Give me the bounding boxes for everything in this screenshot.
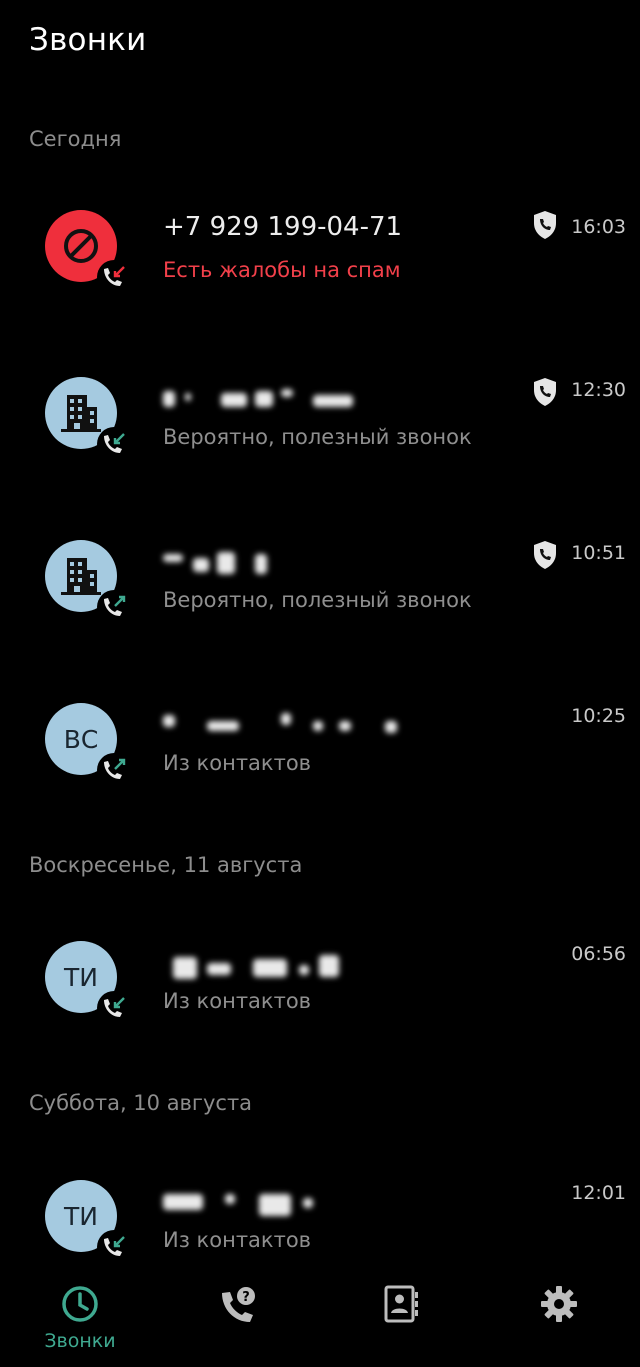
hidden-caller-name	[163, 550, 423, 578]
outgoing-call-icon	[104, 758, 126, 779]
call-list-item[interactable]: ВС Из контактов 10:25	[0, 703, 640, 823]
call-time: 16:03	[571, 216, 626, 238]
gear-icon	[541, 1286, 577, 1322]
hidden-caller-name	[163, 713, 423, 741]
call-time: 10:25	[571, 705, 626, 727]
incoming-call-icon	[104, 1236, 125, 1256]
incoming-call-badge	[97, 1230, 131, 1264]
call-time: 10:51	[571, 542, 626, 564]
incoming-call-badge	[97, 427, 131, 461]
call-description: Вероятно, полезный звонок	[163, 588, 472, 612]
call-time: 12:01	[571, 1182, 626, 1204]
call-list-item[interactable]: Вероятно, полезный звонок 10:51	[0, 540, 640, 660]
nav-tab-calls[interactable]: Звонки	[25, 1284, 135, 1352]
outgoing-call-icon	[104, 595, 126, 616]
shield-phone-icon	[534, 378, 556, 406]
nav-tab-contacts[interactable]	[346, 1284, 456, 1328]
nav-tab-unknown-calls[interactable]: ?	[183, 1284, 293, 1332]
phone-question-icon: ?	[222, 1287, 255, 1322]
svg-text:?: ?	[242, 1290, 250, 1305]
missed-call-icon	[104, 266, 125, 286]
spam-warning: Есть жалобы на спам	[163, 258, 401, 282]
incoming-call-icon	[104, 997, 125, 1017]
hidden-caller-name	[163, 1190, 423, 1218]
hidden-caller-name	[163, 951, 423, 979]
building-icon	[61, 558, 101, 595]
shield-phone-icon	[534, 211, 556, 239]
call-description: Из контактов	[163, 751, 312, 775]
call-time: 06:56	[571, 943, 626, 965]
section-header-today: Сегодня	[29, 127, 122, 151]
outgoing-call-badge	[97, 590, 131, 624]
section-header-sunday: Воскресенье, 11 августа	[29, 853, 303, 877]
call-time: 12:30	[571, 379, 626, 401]
call-description: Из контактов	[163, 989, 312, 1013]
nav-tab-settings[interactable]	[504, 1284, 614, 1328]
clock-icon	[62, 1286, 98, 1322]
incoming-call-badge	[97, 991, 131, 1025]
contacts-book-icon	[384, 1285, 418, 1323]
call-list-item[interactable]: ТИ Из контактов 06:56	[0, 941, 640, 1061]
shield-phone-icon	[534, 541, 556, 569]
calls-screen: Звонки Сегодня +7 929 199-04-71 Есть жал…	[0, 0, 640, 1367]
page-title: Звонки	[29, 22, 147, 58]
missed-call-badge	[97, 260, 131, 294]
building-icon	[61, 395, 101, 432]
nav-label-calls: Звонки	[44, 1330, 116, 1352]
call-list-item[interactable]: +7 929 199-04-71 Есть жалобы на спам 16:…	[0, 210, 640, 330]
section-header-saturday: Суббота, 10 августа	[29, 1091, 253, 1115]
call-description: Вероятно, полезный звонок	[163, 425, 472, 449]
bottom-navigation: Звонки ?	[0, 1270, 640, 1367]
outgoing-call-badge	[97, 753, 131, 787]
incoming-call-icon	[104, 433, 125, 453]
caller-number: +7 929 199-04-71	[163, 212, 403, 242]
call-list-item[interactable]: Вероятно, полезный звонок 12:30	[0, 377, 640, 497]
hidden-caller-name	[163, 387, 423, 415]
call-description: Из контактов	[163, 1228, 312, 1252]
spam-block-icon	[64, 229, 98, 263]
